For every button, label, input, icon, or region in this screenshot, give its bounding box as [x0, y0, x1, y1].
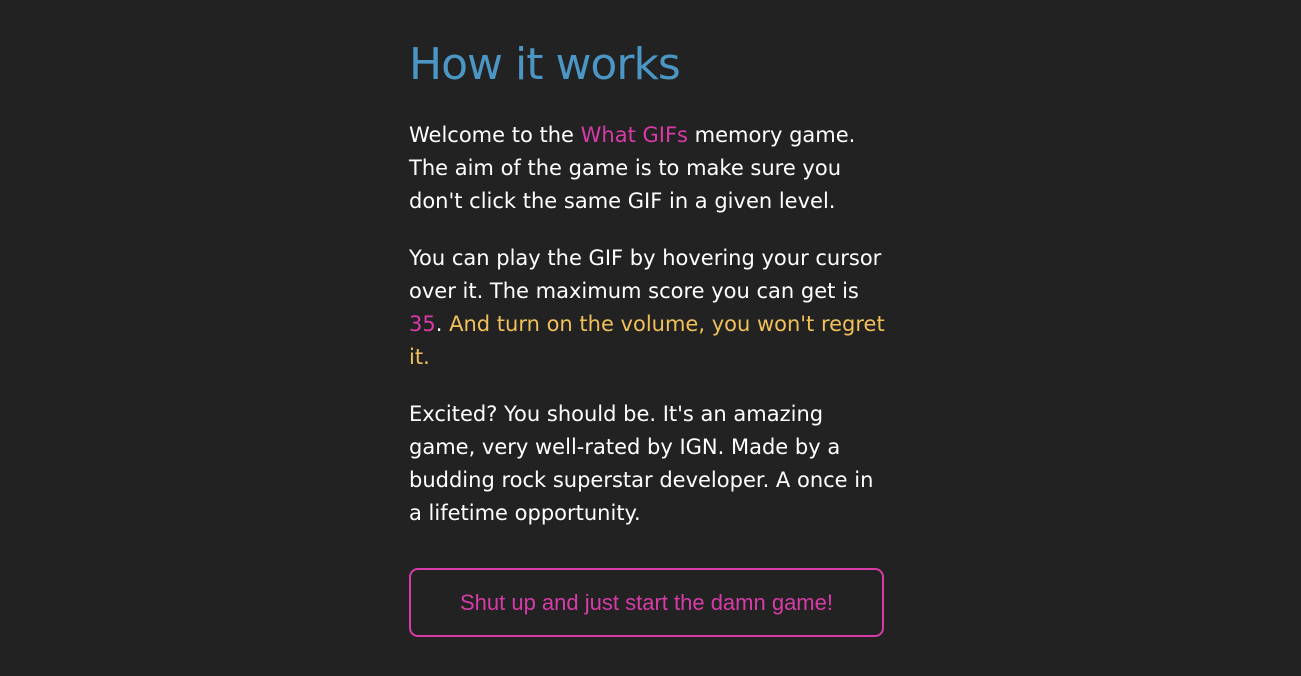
- instructions-text: You can play the GIF by hovering your cu…: [409, 246, 882, 303]
- hype-paragraph: Excited? You should be. It's an amazing …: [409, 402, 874, 525]
- intro-text-before: Welcome to the: [409, 123, 581, 147]
- how-it-works-section: How it works Welcome to the What GIFs me…: [409, 30, 889, 637]
- max-score: 35: [409, 312, 436, 336]
- start-game-button[interactable]: Shut up and just start the damn game!: [409, 568, 884, 637]
- game-name: What GIFs: [580, 123, 688, 147]
- instructions-paragraph: You can play the GIF by hovering your cu…: [409, 242, 889, 374]
- volume-tip: And turn on the volume, you won't regret…: [409, 312, 885, 369]
- page-title: How it works: [409, 39, 681, 90]
- intro-paragraph: Welcome to the What GIFs memory game. Th…: [409, 119, 889, 218]
